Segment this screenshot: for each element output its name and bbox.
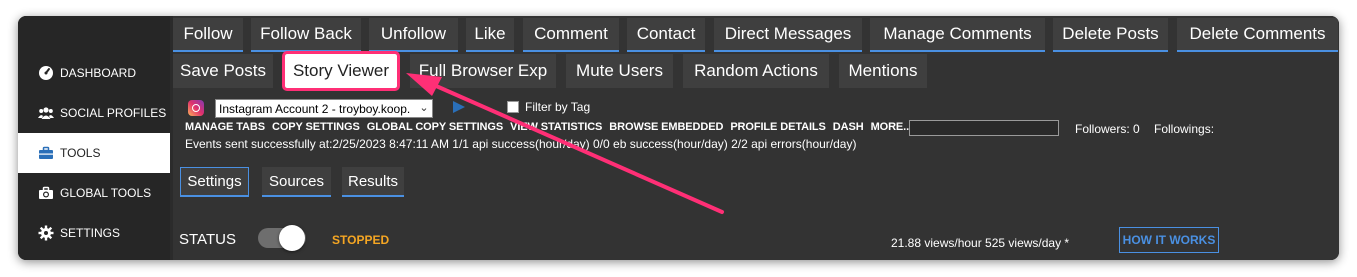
how-it-works-button[interactable]: HOW IT WORKS: [1119, 227, 1219, 253]
followers-count: Followers: 0: [1075, 122, 1140, 136]
app-window: DASHBOARD SOCIAL PROFILES TOOLS GLOBAL T…: [18, 16, 1339, 260]
instagram-icon: [188, 100, 204, 116]
play-icon[interactable]: [451, 100, 467, 114]
tab-random-actions[interactable]: Random Actions: [683, 54, 829, 88]
status-toggle[interactable]: [258, 225, 306, 251]
tab-like[interactable]: Like: [466, 18, 514, 52]
tab-manage-comments[interactable]: Manage Comments: [870, 18, 1045, 52]
tab-unfollow[interactable]: Unfollow: [369, 18, 458, 52]
tab-full-browser-exp[interactable]: Full Browser Exp: [410, 54, 556, 88]
tab-label: Comment: [534, 24, 608, 43]
link-copy-settings[interactable]: COPY SETTINGS: [272, 121, 360, 133]
tab-label: Full Browser Exp: [418, 61, 548, 80]
tab-label: Mute Users: [576, 61, 663, 80]
tab-label: Save Posts: [180, 61, 266, 80]
sidebar: DASHBOARD SOCIAL PROFILES TOOLS GLOBAL T…: [18, 16, 170, 260]
tab-story-viewer[interactable]: Story Viewer: [282, 51, 400, 91]
subtab-settings[interactable]: Settings: [180, 167, 249, 197]
tab-follow[interactable]: Follow: [173, 18, 243, 52]
tab-label: Delete Posts: [1062, 24, 1159, 43]
tab-delete-posts[interactable]: Delete Posts: [1053, 18, 1168, 52]
sidebar-item-global-tools[interactable]: GLOBAL TOOLS: [18, 173, 170, 213]
tab-save-posts[interactable]: Save Posts: [173, 54, 273, 88]
tab-contact[interactable]: Contact: [627, 18, 705, 52]
status-state: STOPPED: [332, 233, 390, 247]
how-it-works-label: HOW IT WORKS: [1122, 233, 1216, 247]
tab-label: Unfollow: [380, 24, 447, 43]
sidebar-item-tools[interactable]: TOOLS: [18, 133, 170, 173]
tab-label: Follow: [183, 24, 233, 43]
tab-mute-users[interactable]: Mute Users: [566, 54, 673, 88]
account-select-value: Instagram Account 2 - troyboy.koop.: [219, 102, 411, 116]
sidebar-item-label: GLOBAL TOOLS: [60, 186, 152, 200]
sidebar-item-label: DASHBOARD: [60, 66, 137, 80]
tab-label: Story Viewer: [292, 61, 390, 80]
sidebar-item-label: SOCIAL PROFILES: [60, 106, 167, 120]
account-nav-arrows: [451, 100, 467, 114]
toggle-knob: [279, 225, 305, 251]
link-manage-tabs[interactable]: MANAGE TABS: [185, 121, 265, 133]
subtab-sources[interactable]: Sources: [262, 167, 331, 197]
gear-icon: [38, 225, 54, 241]
sidebar-item-social-profiles[interactable]: SOCIAL PROFILES: [18, 93, 170, 133]
account-row: [188, 100, 204, 116]
tab-label: Direct Messages: [724, 24, 852, 43]
filter-by-tag-label: Filter by Tag: [525, 100, 591, 114]
tab-follow-back[interactable]: Follow Back: [251, 18, 361, 52]
sidebar-item-label: SETTINGS: [60, 226, 121, 240]
action-links: MANAGE TABS COPY SETTINGS GLOBAL COPY SE…: [185, 121, 912, 133]
link-dash[interactable]: DASH: [833, 121, 864, 133]
link-more[interactable]: MORE...: [871, 121, 913, 133]
tab-label: Delete Comments: [1189, 24, 1326, 43]
tab-label: Like: [474, 24, 506, 43]
link-view-statistics[interactable]: VIEW STATISTICS: [510, 121, 602, 133]
sidebar-item-settings[interactable]: SETTINGS: [18, 213, 170, 253]
account-select[interactable]: Instagram Account 2 - troyboy.koop. ⌄: [215, 99, 433, 118]
sidebar-item-dashboard[interactable]: DASHBOARD: [18, 53, 170, 93]
dashboard-icon: [39, 66, 53, 80]
tab-label: Contact: [636, 24, 696, 43]
tab-mentions[interactable]: Mentions: [839, 54, 927, 88]
subtab-results[interactable]: Results: [342, 167, 404, 197]
subtab-label: Results: [347, 172, 399, 190]
users-icon: [38, 107, 54, 119]
views-rate-text: 21.88 views/hour 525 views/day *: [891, 236, 1070, 250]
filter-by-tag-checkbox[interactable]: [507, 101, 519, 113]
link-profile-details[interactable]: PROFILE DETAILS: [730, 121, 826, 133]
tab-label: Manage Comments: [883, 24, 1032, 43]
toolbox-icon: [39, 146, 53, 159]
tab-direct-messages[interactable]: Direct Messages: [714, 18, 862, 52]
link-global-copy-settings[interactable]: GLOBAL COPY SETTINGS: [367, 121, 503, 133]
events-status-text: Events sent successfully at:2/25/2023 8:…: [185, 137, 857, 151]
tab-delete-comments[interactable]: Delete Comments: [1177, 18, 1338, 52]
tab-label: Follow Back: [260, 24, 352, 43]
followings-count: Followings:: [1154, 122, 1215, 136]
tab-label: Mentions: [848, 61, 918, 80]
tab-label: Random Actions: [694, 61, 818, 80]
global-tools-icon: [39, 186, 53, 199]
sidebar-item-label: TOOLS: [60, 146, 101, 160]
chevron-down-icon: ⌄: [416, 100, 432, 117]
search-input[interactable]: [909, 120, 1059, 136]
main-panel: Follow Follow Back Unfollow Like Comment…: [173, 16, 1339, 260]
status-label: STATUS: [179, 231, 236, 248]
subtab-label: Settings: [187, 173, 242, 190]
link-browse-embedded[interactable]: BROWSE EMBEDDED: [609, 121, 723, 133]
subtab-label: Sources: [268, 172, 325, 190]
tab-comment[interactable]: Comment: [523, 18, 619, 52]
